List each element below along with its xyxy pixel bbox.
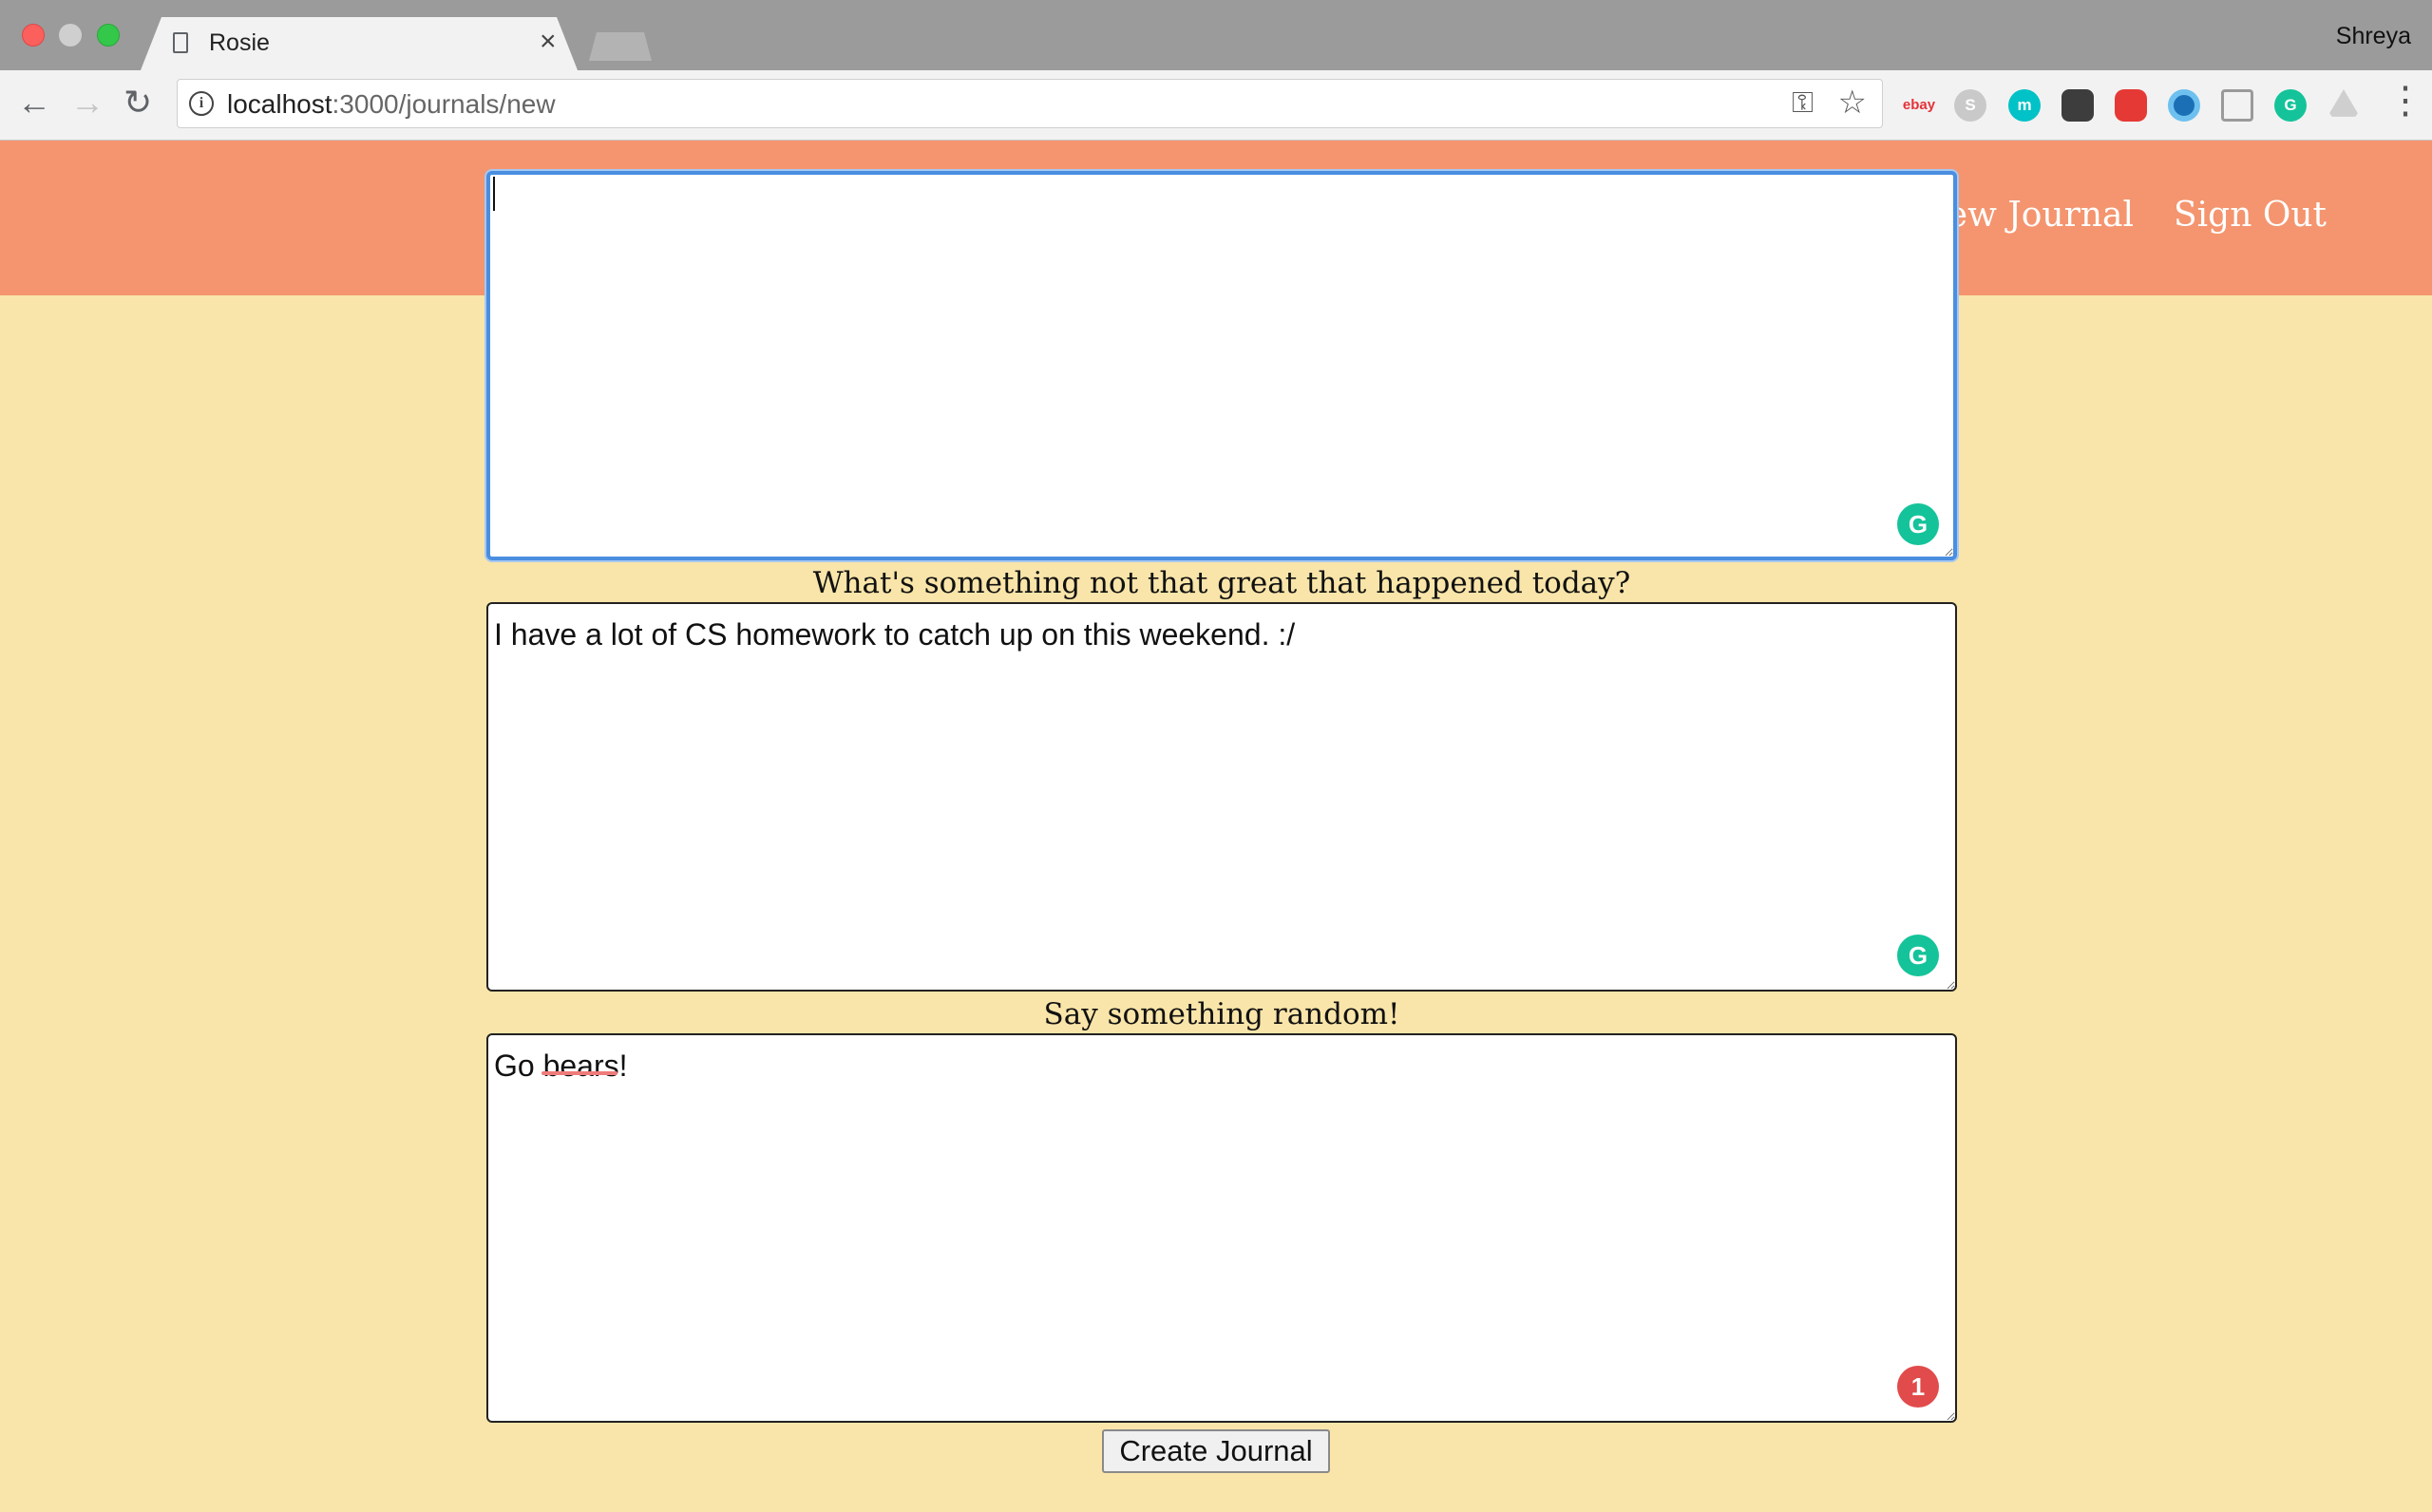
forward-arrow-icon[interactable]: → <box>70 84 104 122</box>
ebay-icon[interactable]: ebay <box>1900 89 1938 122</box>
back-arrow-icon[interactable]: ← <box>17 84 51 122</box>
browser-menu-icon[interactable]: ⋮ <box>2386 80 2424 122</box>
spelling-underline <box>542 1071 618 1075</box>
bookmark-star-icon[interactable]: ☆ <box>1838 84 1867 122</box>
nav-sign-out-link[interactable]: Sign Out <box>2174 196 2327 235</box>
key-icon[interactable]: ⚿ <box>1792 87 1814 120</box>
prompt-random: Say something random! <box>1043 997 1400 1031</box>
evernote-icon[interactable] <box>2062 89 2094 122</box>
eye-icon[interactable] <box>2168 89 2200 122</box>
grammarly-extension-icon[interactable]: G <box>2274 89 2307 122</box>
journal-entry-textarea-1[interactable] <box>486 171 1957 560</box>
address-bar[interactable]: i localhost:3000/journals/new ⚿ ☆ <box>177 79 1883 128</box>
grammarly-icon[interactable]: G <box>1897 935 1939 976</box>
browser-titlebar: Rosie × Shreya <box>0 0 2432 70</box>
paint-bucket-icon[interactable] <box>2221 89 2253 122</box>
browser-toolbar: ← → ↻ i localhost:3000/journals/new ⚿ ☆ … <box>0 70 2432 141</box>
window-maximize-button[interactable] <box>97 24 120 47</box>
create-journal-button[interactable]: Create Journal <box>1102 1429 1330 1473</box>
browser-tab[interactable]: Rosie × <box>141 17 578 70</box>
url-host: localhost <box>227 89 332 119</box>
new-tab-button[interactable] <box>589 32 652 61</box>
text-caret <box>493 177 495 211</box>
window-close-button[interactable] <box>22 24 45 47</box>
url-path: :3000/journals/new <box>332 89 556 119</box>
tab-title: Rosie <box>209 29 270 56</box>
prompt-not-great: What's something not that great that hap… <box>812 566 1631 600</box>
adblock-icon[interactable] <box>2115 89 2147 122</box>
skype-icon[interactable]: S <box>1954 89 1986 122</box>
nav-new-journal-link[interactable]: New Journal <box>1936 196 2134 235</box>
document-icon <box>173 32 188 53</box>
reload-icon[interactable]: ↻ <box>124 84 152 122</box>
m-icon[interactable]: m <box>2008 89 2041 122</box>
journal-entry-textarea-3[interactable]: Go bears! <box>486 1033 1957 1423</box>
profile-name[interactable]: Shreya <box>2336 23 2411 50</box>
window-minimize-button[interactable] <box>59 24 82 47</box>
url-text[interactable]: localhost:3000/journals/new <box>227 89 556 120</box>
info-icon[interactable]: i <box>189 91 214 116</box>
journal-entry-textarea-2[interactable]: I have a lot of CS homework to catch up … <box>486 602 1957 992</box>
drive-icon[interactable] <box>2328 89 2360 117</box>
grammarly-icon[interactable]: G <box>1897 503 1939 545</box>
grammarly-error-badge[interactable]: 1 <box>1897 1366 1939 1408</box>
tab-close-icon[interactable]: × <box>540 26 557 58</box>
